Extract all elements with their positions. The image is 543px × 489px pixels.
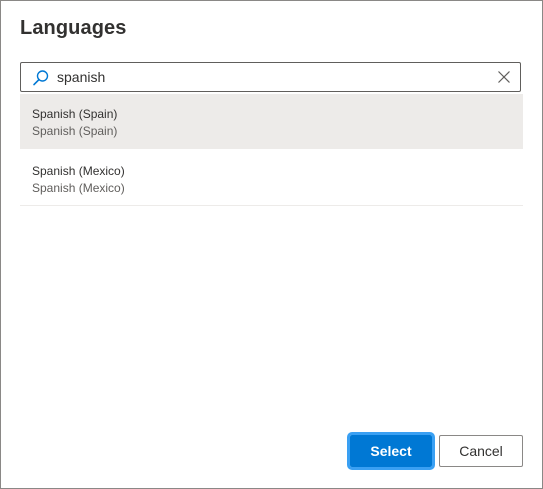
cancel-button[interactable]: Cancel [439, 435, 523, 467]
list-item[interactable]: Spanish (Mexico) Spanish (Mexico) [20, 149, 523, 206]
select-button[interactable]: Select [347, 432, 435, 470]
item-primary-label: Spanish (Mexico) [32, 164, 125, 178]
languages-dialog: Languages Spanish (Spain) Spanish (Spain… [0, 0, 543, 489]
search-icon [33, 70, 49, 86]
item-secondary-label: Spanish (Spain) [32, 124, 118, 138]
dialog-title: Languages [20, 17, 127, 39]
close-icon[interactable] [495, 68, 513, 86]
search-box[interactable] [20, 62, 521, 92]
results-list: Spanish (Spain) Spanish (Spain) Spanish … [20, 94, 523, 206]
list-item[interactable]: Spanish (Spain) Spanish (Spain) [20, 94, 523, 149]
item-secondary-label: Spanish (Mexico) [32, 181, 125, 195]
item-primary-label: Spanish (Spain) [32, 107, 118, 121]
search-input[interactable] [57, 67, 477, 87]
